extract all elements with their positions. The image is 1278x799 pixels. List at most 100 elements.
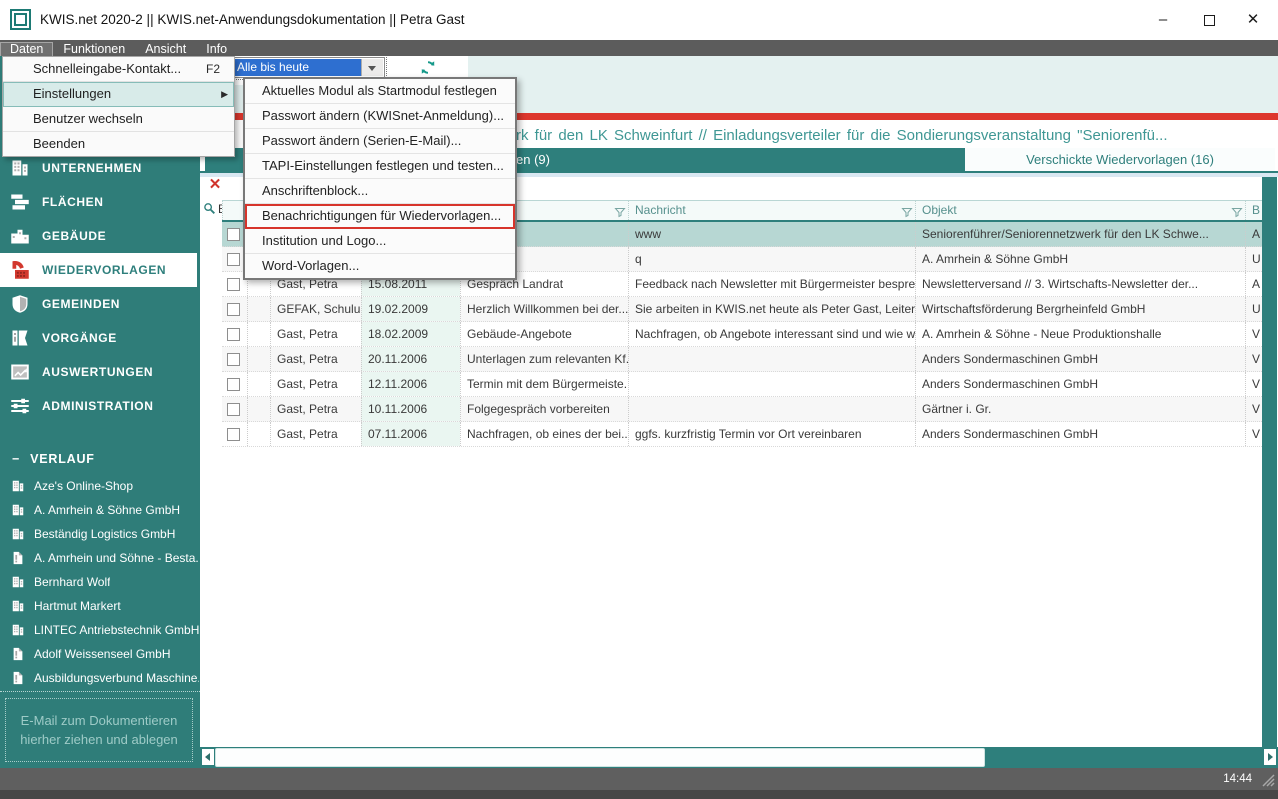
verlauf-item[interactable]: Bernhard Wolf: [0, 570, 200, 594]
cell-subject: Nachfragen, ob eines der bei...: [460, 422, 628, 446]
verlauf-item[interactable]: LINTEC Antriebstechnik GmbH: [0, 618, 200, 642]
menu-item[interactable]: Benutzer wechseln: [3, 107, 234, 132]
scroll-left-arrow[interactable]: [202, 749, 214, 765]
cell-message: www: [628, 222, 915, 246]
email-drop-zone[interactable]: E-Mail zum Dokumentieren hierher ziehen …: [5, 698, 193, 762]
dropdown-arrow-button[interactable]: [361, 59, 383, 76]
verlauf-item[interactable]: Ausbildungsverbund Maschine...: [0, 666, 200, 690]
tab-sent-followups[interactable]: Verschickte Wiedervorlagen (16): [965, 148, 1275, 171]
table-row[interactable]: Gast, Petra 12.11.2006 Termin mit dem Bü…: [222, 372, 1262, 397]
verlauf-item[interactable]: A. Amrhein und Söhne - Besta...: [0, 546, 200, 570]
verlauf-item-label: Adolf Weissenseel GmbH: [34, 647, 171, 661]
submenu-item[interactable]: Institution und Logo...: [245, 229, 515, 254]
company-icon: [11, 503, 25, 517]
company-icon: [11, 527, 25, 541]
collapse-icon[interactable]: −: [12, 452, 20, 466]
submenu-item[interactable]: Benachrichtigungen für Wiedervorlagen...: [245, 204, 515, 229]
app-logo-icon: [10, 9, 31, 30]
table-row[interactable]: Gast, Petra 07.11.2006 Nachfragen, ob ei…: [222, 422, 1262, 447]
cell-date: 10.11.2006: [361, 397, 460, 421]
refresh-icon[interactable]: [419, 58, 437, 77]
cell-subject: Unterlagen zum relevanten Kf...: [460, 347, 628, 371]
grip-icon[interactable]: [1261, 773, 1275, 787]
row-checkbox[interactable]: [227, 228, 240, 241]
sidebar-module-item[interactable]: ADMINISTRATION: [0, 389, 200, 423]
vertical-scrollbar[interactable]: [1262, 177, 1277, 747]
horizontal-scroll-thumb[interactable]: [215, 748, 985, 767]
sidebar-module-item[interactable]: AUSWERTUNGEN: [0, 355, 200, 389]
window-title: KWIS.net 2020-2 || KWIS.net-Anwendungsdo…: [40, 0, 465, 40]
row-checkbox[interactable]: [227, 403, 240, 416]
taskbar-edge: [0, 790, 1278, 799]
cell-message: [628, 372, 915, 396]
cell-icon: [247, 322, 270, 346]
submenu-item[interactable]: Word-Vorlagen...: [245, 254, 515, 278]
cell-name: Gast, Petra: [270, 347, 361, 371]
verlauf-item[interactable]: Aze's Online-Shop: [0, 474, 200, 498]
cell-object: Anders Sondermaschinen GmbH: [915, 422, 1245, 446]
case-icon: [11, 551, 25, 565]
page-title: rk für den LK Schweinfurt // Einladungsv…: [516, 122, 1268, 149]
table-row[interactable]: GEFAK, Schulu... 19.02.2009 Herzlich Wil…: [222, 297, 1262, 322]
row-checkbox[interactable]: [227, 303, 240, 316]
scroll-right-arrow[interactable]: [1264, 749, 1276, 765]
table-row[interactable]: Gast, Petra 20.11.2006 Unterlagen zum re…: [222, 347, 1262, 372]
cell-message: [628, 397, 915, 421]
verlauf-item[interactable]: Beständig Logistics GmbH: [0, 522, 200, 546]
submenu-item[interactable]: Anschriftenblock...: [245, 179, 515, 204]
close-button[interactable]: ✕: [1230, 0, 1276, 40]
table-row[interactable]: Gast, Petra 18.02.2009 Gebäude-Angebote …: [222, 322, 1262, 347]
horizontal-scrollbar[interactable]: [200, 747, 1278, 768]
delete-button[interactable]: ✕: [206, 176, 224, 194]
sidebar-module-item[interactable]: GEMEINDEN: [0, 287, 200, 321]
company-icon: [10, 158, 30, 178]
verlauf-item-label: Beständig Logistics GmbH: [34, 527, 175, 541]
funnel-icon[interactable]: [1231, 206, 1243, 218]
cell-date: 12.11.2006: [361, 372, 460, 396]
submenu-item[interactable]: TAPI-Einstellungen festlegen und testen.…: [245, 154, 515, 179]
period-filter-dropdown[interactable]: Alle bis heute: [230, 57, 385, 78]
cell-icon: [247, 372, 270, 396]
menu-item[interactable]: Schnelleingabe-Kontakt... F2: [3, 57, 234, 82]
verlauf-item[interactable]: A. Amrhein & Söhne GmbH: [0, 498, 200, 522]
verlauf-header[interactable]: − VERLAUF: [12, 452, 95, 466]
case-icon: [11, 647, 25, 661]
cell-checkbox: [222, 422, 247, 446]
table-row[interactable]: Gast, Petra 10.11.2006 Folgegespräch vor…: [222, 397, 1262, 422]
reports-icon: [10, 362, 30, 382]
submenu-item[interactable]: Passwort ändern (Serien-E-Mail)...: [245, 129, 515, 154]
row-checkbox[interactable]: [227, 253, 240, 266]
funnel-icon[interactable]: [614, 206, 626, 218]
menu-item[interactable]: Beenden: [3, 132, 234, 156]
submenu-item[interactable]: Passwort ändern (KWISnet-Anmeldung)...: [245, 104, 515, 129]
submenu-item[interactable]: Aktuelles Modul als Startmodul festlegen: [245, 79, 515, 104]
row-checkbox[interactable]: [227, 378, 240, 391]
verlauf-item-label: Bernhard Wolf: [34, 575, 110, 589]
sidebar-module-item[interactable]: GEBÄUDE: [0, 219, 200, 253]
row-checkbox[interactable]: [227, 353, 240, 366]
cell-message: ggfs. kurzfristig Termin vor Ort vereinb…: [628, 422, 915, 446]
status-bar: 14:44: [0, 768, 1278, 790]
clock: 14:44: [1223, 768, 1252, 790]
cell-date: 07.11.2006: [361, 422, 460, 446]
maximize-button[interactable]: [1186, 0, 1232, 40]
sidebar-module-item[interactable]: VORGÄNGE: [0, 321, 200, 355]
company-icon: [11, 479, 25, 493]
minimize-button[interactable]: –: [1140, 0, 1186, 40]
module-label: GEMEINDEN: [42, 297, 120, 311]
sidebar-module-item[interactable]: WIEDERVORLAGEN: [0, 253, 197, 287]
sidebar-module-item[interactable]: FLÄCHEN: [0, 185, 200, 219]
searchedit-icon[interactable]: [203, 202, 216, 215]
row-checkbox[interactable]: [227, 328, 240, 341]
funnel-icon[interactable]: [901, 206, 913, 218]
menu-item[interactable]: Einstellungen ▶: [3, 82, 234, 107]
cell-ref: U: [1245, 297, 1262, 321]
verlauf-list: Aze's Online-Shop A. Amrhein & Söhne Gmb…: [0, 474, 200, 690]
module-label: GEBÄUDE: [42, 229, 106, 243]
verlauf-item[interactable]: Adolf Weissenseel GmbH: [0, 642, 200, 666]
header-ref: B: [1245, 201, 1262, 220]
cell-object: Gärtner i. Gr.: [915, 397, 1245, 421]
row-checkbox[interactable]: [227, 428, 240, 441]
row-checkbox[interactable]: [227, 278, 240, 291]
verlauf-item[interactable]: Hartmut Markert: [0, 594, 200, 618]
